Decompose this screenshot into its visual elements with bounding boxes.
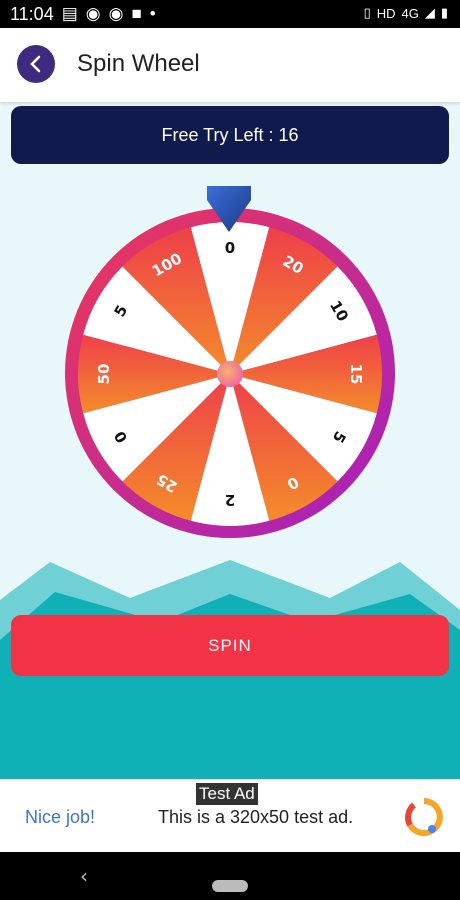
app-notification-icon-2: ◉ xyxy=(108,4,124,23)
dot-icon: • xyxy=(149,4,156,23)
wheel-segment-label: 15 xyxy=(347,364,365,385)
status-right: ▯ HD 4G ◢ ▮ xyxy=(364,5,448,21)
ad-headline[interactable]: Nice job! xyxy=(25,807,95,828)
message-icon: ▤ xyxy=(61,4,78,23)
hd-label: HD xyxy=(376,5,396,21)
system-nav-bar: ‹ xyxy=(0,852,460,900)
app-notification-icon: ◉ xyxy=(85,4,101,23)
status-bar: 11:04 ▤ ◉ ◉ ■ • ▯ HD 4G ◢ ▮ xyxy=(0,0,460,28)
wheel-segment-label: 2 xyxy=(225,491,235,509)
app-bar: Spin Wheel xyxy=(0,28,460,102)
spin-button[interactable]: SPIN xyxy=(11,615,449,676)
signal-icon: ◢ xyxy=(424,5,435,20)
back-button[interactable] xyxy=(17,45,55,83)
wheel-hub xyxy=(217,361,243,387)
nav-home-button[interactable] xyxy=(212,880,248,892)
free-try-banner: Free Try Left : 16 xyxy=(11,106,449,164)
nav-back-icon[interactable]: ‹ xyxy=(80,864,88,888)
wheel-segment-label: 0 xyxy=(225,239,235,257)
network-label: 4G xyxy=(401,5,419,21)
wheel-segment-label: 50 xyxy=(95,364,113,385)
vibrate-icon: ▯ xyxy=(363,5,371,20)
ad-tag: Test Ad xyxy=(196,783,258,805)
status-time: 11:04 xyxy=(10,3,54,24)
page-title: Spin Wheel xyxy=(77,50,200,77)
chevron-left-icon xyxy=(30,55,41,73)
ad-banner[interactable]: Test Ad Nice job! This is a 320x50 test … xyxy=(0,779,460,853)
ad-body: This is a 320x50 test ad. xyxy=(158,807,354,827)
spin-button-label: SPIN xyxy=(208,635,252,655)
spin-wheel: 0201015502250505100 xyxy=(65,208,395,538)
ad-logo-icon xyxy=(405,798,443,836)
square-icon: ■ xyxy=(131,4,142,23)
free-try-text: Free Try Left : 16 xyxy=(161,124,299,145)
battery-icon: ▮ xyxy=(440,5,448,20)
